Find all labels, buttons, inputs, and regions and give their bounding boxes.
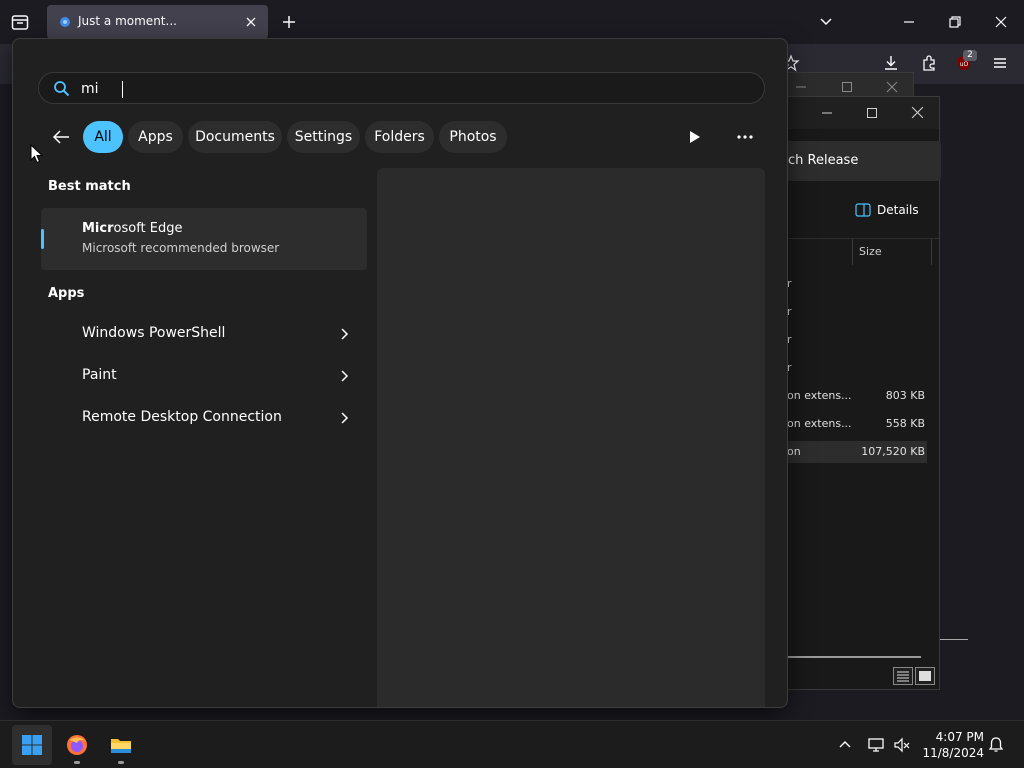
name-rest: osoft Edge bbox=[113, 221, 183, 236]
text-caret bbox=[122, 81, 123, 98]
name-highlight: Micr bbox=[82, 221, 114, 236]
size-column-header[interactable]: Size bbox=[859, 245, 882, 258]
maximize-icon[interactable] bbox=[841, 81, 853, 93]
file-type: on bbox=[787, 445, 801, 458]
best-match-name: Microsoft Edge bbox=[82, 221, 183, 236]
selection-accent bbox=[41, 229, 44, 249]
details-view-icon bbox=[897, 671, 909, 682]
filter-settings[interactable]: Settings bbox=[287, 121, 360, 153]
folder-icon bbox=[111, 739, 131, 753]
taskbar-firefox[interactable] bbox=[57, 725, 97, 765]
large-icons-view-icon bbox=[919, 671, 931, 681]
best-match-subtitle: Microsoft recommended browser bbox=[82, 241, 280, 255]
downloads-icon[interactable] bbox=[882, 54, 900, 72]
remote-desktop-icon bbox=[53, 409, 71, 427]
file-size: 107,520 KB bbox=[861, 445, 925, 458]
file-type: on extens... bbox=[787, 417, 852, 430]
search-flyout: All Apps Documents Settings Folders Phot… bbox=[12, 38, 788, 708]
minimize-icon[interactable] bbox=[821, 107, 833, 119]
filter-apps[interactable]: Apps bbox=[128, 121, 183, 153]
minimize-icon[interactable] bbox=[795, 81, 807, 93]
result-preview-pane bbox=[377, 168, 765, 707]
svg-text:uO: uO bbox=[960, 61, 969, 68]
explorer-address-bar[interactable]: ch Release bbox=[761, 141, 941, 181]
paint-icon bbox=[53, 367, 71, 385]
back-arrow-icon[interactable] bbox=[50, 126, 72, 148]
start-button[interactable] bbox=[12, 725, 52, 765]
app-label: Windows PowerShell bbox=[82, 325, 226, 341]
divider-line bbox=[940, 639, 968, 640]
best-match-heading: Best match bbox=[48, 179, 131, 194]
details-pane-icon bbox=[855, 203, 871, 217]
network-icon[interactable] bbox=[867, 736, 885, 754]
tab-title: Just a moment... bbox=[78, 14, 177, 28]
details-label: Details bbox=[877, 203, 919, 217]
minimize-icon[interactable] bbox=[901, 14, 917, 30]
app-result-paint[interactable]: Paint bbox=[41, 356, 367, 396]
browser-tab[interactable]: Just a moment... bbox=[47, 5, 268, 39]
address-text: ch Release bbox=[788, 153, 859, 168]
app-result-powershell[interactable]: Windows PowerShell bbox=[41, 314, 367, 354]
column-separator[interactable] bbox=[931, 239, 932, 265]
large-icons-view-button[interactable] bbox=[915, 667, 935, 685]
firefox-icon bbox=[67, 735, 87, 755]
file-size: 803 KB bbox=[885, 389, 925, 402]
app-label: Paint bbox=[82, 367, 117, 383]
mouse-cursor-icon bbox=[30, 144, 44, 164]
details-view-button[interactable] bbox=[893, 667, 913, 685]
filter-all[interactable]: All bbox=[83, 121, 123, 153]
clock-date: 11/8/2024 bbox=[922, 746, 984, 760]
chevron-right-icon[interactable] bbox=[337, 411, 351, 425]
tab-list-icon[interactable] bbox=[10, 12, 30, 32]
microsoft-edge-icon bbox=[53, 222, 83, 252]
clock[interactable]: 4:07 PM 11/8/2024 bbox=[918, 729, 984, 761]
apps-heading: Apps bbox=[48, 286, 85, 301]
running-indicator bbox=[118, 761, 124, 764]
taskbar-file-explorer[interactable] bbox=[101, 725, 141, 765]
powershell-icon bbox=[53, 325, 71, 343]
app-result-remote-desktop[interactable]: Remote Desktop Connection bbox=[41, 398, 367, 438]
close-window-icon[interactable] bbox=[993, 14, 1009, 30]
best-match-result[interactable]: Microsoft Edge Microsoft recommended bro… bbox=[41, 208, 367, 270]
chevron-right-icon[interactable] bbox=[337, 369, 351, 383]
file-size: 558 KB bbox=[885, 417, 925, 430]
filter-folders[interactable]: Folders bbox=[365, 121, 434, 153]
details-pane-button[interactable]: Details bbox=[855, 203, 919, 217]
filter-documents[interactable]: Documents bbox=[188, 121, 282, 153]
filter-photos[interactable]: Photos bbox=[439, 121, 507, 153]
play-icon[interactable] bbox=[684, 127, 704, 147]
close-icon[interactable] bbox=[886, 81, 898, 93]
search-box[interactable] bbox=[38, 72, 765, 104]
app-menu-icon[interactable] bbox=[991, 54, 1009, 72]
notification-bell-icon[interactable] bbox=[987, 736, 1005, 754]
extensions-icon[interactable] bbox=[920, 54, 938, 72]
loading-favicon-icon bbox=[60, 17, 70, 27]
running-indicator bbox=[74, 761, 80, 764]
extension-badge: 2 bbox=[963, 50, 977, 61]
search-input[interactable] bbox=[81, 77, 741, 101]
clock-time: 4:07 PM bbox=[935, 730, 984, 744]
search-icon bbox=[54, 81, 70, 97]
volume-muted-icon[interactable] bbox=[893, 736, 911, 754]
chevron-up-icon[interactable] bbox=[836, 736, 854, 754]
taskbar: 4:07 PM 11/8/2024 bbox=[0, 720, 1024, 768]
close-tab-icon[interactable] bbox=[244, 15, 258, 29]
windows-logo-icon bbox=[22, 735, 42, 755]
new-tab-icon[interactable] bbox=[281, 14, 297, 30]
chevron-right-icon[interactable] bbox=[337, 327, 351, 341]
column-separator[interactable] bbox=[852, 239, 853, 265]
more-options-icon[interactable] bbox=[734, 127, 756, 147]
app-label: Remote Desktop Connection bbox=[82, 409, 282, 425]
restore-icon[interactable] bbox=[947, 14, 963, 30]
maximize-icon[interactable] bbox=[866, 107, 878, 119]
file-type: on extens... bbox=[787, 389, 852, 402]
close-icon[interactable] bbox=[911, 106, 924, 119]
list-all-tabs-icon[interactable] bbox=[818, 14, 834, 30]
